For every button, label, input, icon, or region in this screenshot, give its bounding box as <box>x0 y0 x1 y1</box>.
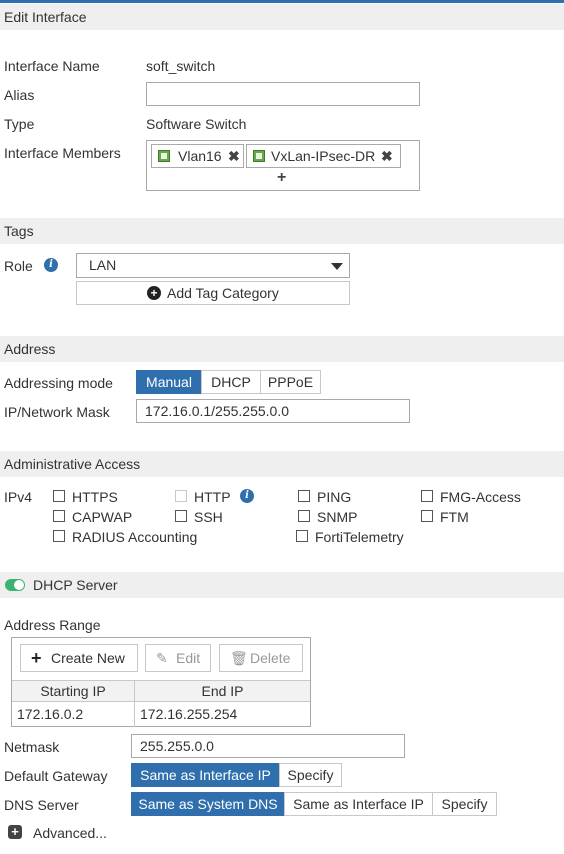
add-tag-category-button[interactable]: + Add Tag Category <box>76 281 350 305</box>
dns-server-label: DNS Server <box>4 797 79 813</box>
cell-start-ip: 172.16.0.2 <box>17 706 84 722</box>
ssh-label: SSH <box>194 509 223 525</box>
table-row[interactable]: 172.16.0.2 172.16.255.254 <box>12 702 310 726</box>
snmp-checkbox[interactable] <box>298 510 310 522</box>
fmg-access-label: FMG-Access <box>440 489 521 505</box>
member-chip-label: Vlan16 <box>178 148 222 164</box>
http-label: HTTP <box>194 489 231 505</box>
address-range-label: Address Range <box>4 617 101 633</box>
advanced-label: Advanced... <box>33 825 107 841</box>
mode-dhcp-button[interactable]: DHCP <box>201 370 261 394</box>
snmp-label: SNMP <box>317 509 358 525</box>
address-section-header: Address <box>0 336 564 362</box>
radius-accounting-label: RADIUS Accounting <box>72 529 198 545</box>
alias-label: Alias <box>4 87 35 103</box>
dns-same-as-system-button[interactable]: Same as System DNS <box>131 792 285 816</box>
plus-icon: + <box>31 648 42 668</box>
pencil-icon: ✎ <box>156 650 168 666</box>
page-title-text: Edit Interface <box>4 9 87 25</box>
page-title: Edit Interface <box>0 4 564 30</box>
ip-netmask-label: IP/Network Mask <box>4 404 110 420</box>
remove-member-icon[interactable]: ✖ <box>381 145 393 167</box>
dns-specify-button[interactable]: Specify <box>432 792 497 816</box>
address-section-title: Address <box>4 341 56 357</box>
ftm-label: FTM <box>440 509 469 525</box>
interface-port-icon <box>253 150 265 162</box>
column-header-end-ip[interactable]: End IP <box>135 681 310 701</box>
role-label: Role <box>4 258 33 274</box>
gateway-specify-button[interactable]: Specify <box>279 763 342 787</box>
trash-icon: 🗑 <box>230 650 248 666</box>
admin-access-section-header: Administrative Access <box>0 451 564 477</box>
edit-label: Edit <box>176 650 201 666</box>
tags-section-title: Tags <box>4 223 34 239</box>
admin-access-section-title: Administrative Access <box>4 456 141 472</box>
default-gateway-group: Same as Interface IP Specify <box>131 763 342 787</box>
plus-circle-icon: + <box>147 286 161 300</box>
add-tag-category-label: Add Tag Category <box>167 285 279 301</box>
radius-accounting-checkbox[interactable] <box>53 530 65 542</box>
role-select[interactable]: LAN <box>76 253 350 278</box>
interface-members-label: Interface Members <box>4 145 121 161</box>
info-icon[interactable]: i <box>44 258 58 272</box>
column-header-starting-ip[interactable]: Starting IP <box>12 681 134 701</box>
add-member-plus-icon[interactable]: + <box>277 169 286 187</box>
capwap-checkbox[interactable] <box>53 510 65 522</box>
https-checkbox[interactable] <box>53 490 65 502</box>
netmask-label: Netmask <box>4 739 60 755</box>
capwap-label: CAPWAP <box>72 509 133 525</box>
ip-netmask-input[interactable] <box>136 399 410 423</box>
fortitelemetry-label: FortiTelemetry <box>315 529 404 545</box>
ftm-checkbox[interactable] <box>421 510 433 522</box>
delete-button[interactable]: 🗑 Delete <box>219 644 303 672</box>
create-new-label: Create New <box>51 650 125 666</box>
cell-end-ip: 172.16.255.254 <box>140 706 238 722</box>
http-checkbox[interactable] <box>175 490 187 502</box>
addressing-mode-label: Addressing mode <box>4 375 113 391</box>
ssh-checkbox[interactable] <box>175 510 187 522</box>
fortitelemetry-checkbox[interactable] <box>296 530 308 542</box>
alias-input[interactable] <box>146 82 420 106</box>
type-label: Type <box>4 116 35 132</box>
fmg-access-checkbox[interactable] <box>421 490 433 502</box>
top-accent-line <box>0 0 564 3</box>
info-icon[interactable]: i <box>240 489 254 503</box>
ping-checkbox[interactable] <box>298 490 310 502</box>
interface-name-label: Interface Name <box>4 58 100 74</box>
type-value: Software Switch <box>146 116 247 132</box>
dns-same-as-interface-button[interactable]: Same as Interface IP <box>284 792 433 816</box>
create-new-button[interactable]: + Create New <box>20 644 138 672</box>
toggle-knob <box>14 580 24 590</box>
dhcp-server-toggle[interactable] <box>5 579 25 591</box>
chevron-down-icon <box>331 263 343 270</box>
remove-member-icon[interactable]: ✖ <box>228 145 240 167</box>
interface-name-value: soft_switch <box>146 58 216 74</box>
mode-pppoe-button[interactable]: PPPoE <box>260 370 321 394</box>
advanced-toggle[interactable]: + Advanced... <box>8 825 118 843</box>
netmask-input[interactable] <box>131 734 405 758</box>
dhcp-server-section-title: DHCP Server <box>33 577 118 593</box>
member-chip-label: VxLan-IPsec-DR <box>271 148 376 164</box>
dns-server-group: Same as System DNS Same as Interface IP … <box>131 792 497 816</box>
role-select-value: LAN <box>89 257 117 273</box>
edit-button[interactable]: ✎ Edit <box>145 644 211 672</box>
address-range-table: + Create New ✎ Edit 🗑 Delete Starting IP… <box>11 637 311 727</box>
addressing-mode-group: Manual DHCP PPPoE <box>136 370 321 394</box>
gateway-same-as-interface-button[interactable]: Same as Interface IP <box>131 763 280 787</box>
mode-manual-button[interactable]: Manual <box>136 370 202 394</box>
https-label: HTTPS <box>72 489 118 505</box>
default-gateway-label: Default Gateway <box>4 768 108 784</box>
expand-plus-icon: + <box>8 825 22 839</box>
dhcp-server-section-header: DHCP Server <box>0 572 564 598</box>
tags-section-header: Tags <box>0 218 564 244</box>
ipv4-label: IPv4 <box>4 489 33 505</box>
member-chip-vlan16[interactable]: Vlan16 ✖ <box>151 144 244 168</box>
member-chip-vxlan[interactable]: VxLan-IPsec-DR ✖ <box>246 144 401 168</box>
interface-port-icon <box>158 150 170 162</box>
interface-members-field[interactable]: Vlan16 ✖ VxLan-IPsec-DR ✖ + <box>146 140 420 191</box>
ping-label: PING <box>317 489 352 505</box>
delete-label: Delete <box>250 650 291 666</box>
